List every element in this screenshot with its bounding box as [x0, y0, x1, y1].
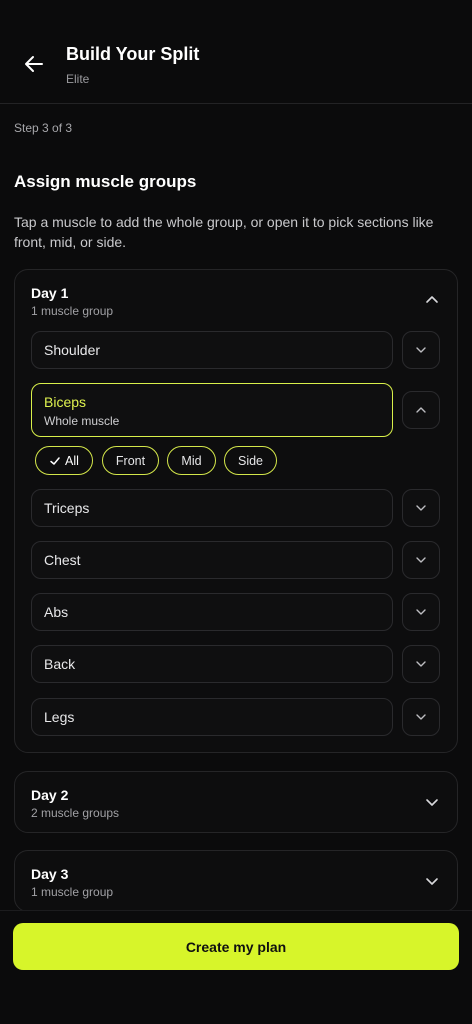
create-plan-button[interactable]: Create my plan — [13, 923, 459, 970]
expand-abs-button[interactable] — [402, 593, 440, 631]
day-title: Day 1 — [31, 285, 69, 301]
section-chip-side[interactable]: Side — [224, 446, 277, 475]
day-title: Day 2 — [31, 787, 69, 803]
muscle-row-back[interactable]: Back — [31, 645, 393, 683]
step-indicator: Step 3 of 3 — [14, 121, 73, 135]
chevron-down-icon — [416, 347, 426, 353]
chip-label: Mid — [181, 453, 202, 468]
expand-back-button[interactable] — [402, 645, 440, 683]
muscle-label: Biceps — [44, 394, 87, 410]
chevron-down-icon — [426, 878, 438, 885]
muscle-selection-label: Whole muscle — [44, 414, 120, 428]
chevron-up-icon — [426, 296, 438, 303]
muscle-label: Abs — [44, 604, 69, 620]
muscle-label: Shoulder — [44, 342, 101, 358]
expand-shoulder-button[interactable] — [402, 331, 440, 369]
muscle-label: Chest — [44, 552, 81, 568]
muscle-row-shoulder[interactable]: Shoulder — [31, 331, 393, 369]
instructions-text: Tap a muscle to add the whole group, or … — [14, 214, 434, 250]
chevron-down-icon — [426, 799, 438, 806]
chevron-down-icon — [416, 661, 426, 667]
chevron-up-icon — [416, 407, 426, 413]
muscle-label: Triceps — [44, 500, 90, 516]
app-header: Build Your Split Elite — [0, 0, 472, 104]
day-subtitle: 1 muscle group — [31, 885, 114, 899]
day-card-3[interactable] — [14, 850, 458, 912]
check-icon — [50, 456, 60, 465]
day-subtitle: 1 muscle group — [31, 304, 114, 318]
muscle-row-triceps[interactable]: Triceps — [31, 489, 393, 527]
chevron-down-icon — [416, 557, 426, 563]
day-card-2[interactable] — [14, 771, 458, 833]
expand-legs-button[interactable] — [402, 698, 440, 736]
day-subtitle: 2 muscle groups — [31, 806, 120, 820]
day-title: Day 3 — [31, 866, 69, 882]
chevron-down-icon — [416, 505, 426, 511]
muscle-row-chest[interactable]: Chest — [31, 541, 393, 579]
section-chip-front[interactable]: Front — [102, 446, 159, 475]
day-2-expand-button[interactable] — [418, 788, 446, 816]
arrow-left-icon — [25, 56, 43, 72]
page-subtitle: Elite — [66, 72, 90, 86]
chevron-down-icon — [416, 714, 426, 720]
day-1-collapse-button[interactable] — [418, 286, 446, 314]
muscle-label: Back — [44, 656, 76, 672]
collapse-biceps-button[interactable] — [402, 391, 440, 429]
chevron-down-icon — [416, 609, 426, 615]
muscle-label: Legs — [44, 709, 75, 725]
section-chip-mid[interactable]: Mid — [167, 446, 216, 475]
muscle-row-legs[interactable]: Legs — [31, 698, 393, 736]
day-3-expand-button[interactable] — [418, 867, 446, 895]
muscle-row-abs[interactable]: Abs — [31, 593, 393, 631]
page-title: Build Your Split — [66, 44, 200, 64]
chip-label: Front — [115, 453, 146, 468]
chip-label: All — [65, 453, 79, 468]
muscle-row-biceps[interactable]: Biceps Whole muscle — [31, 383, 393, 437]
expand-chest-button[interactable] — [402, 541, 440, 579]
back-button[interactable] — [14, 44, 54, 84]
section-chip-all[interactable]: All — [35, 446, 93, 475]
section-title: Assign muscle groups — [14, 172, 197, 191]
expand-triceps-button[interactable] — [402, 489, 440, 527]
chip-label: Side — [237, 453, 264, 468]
